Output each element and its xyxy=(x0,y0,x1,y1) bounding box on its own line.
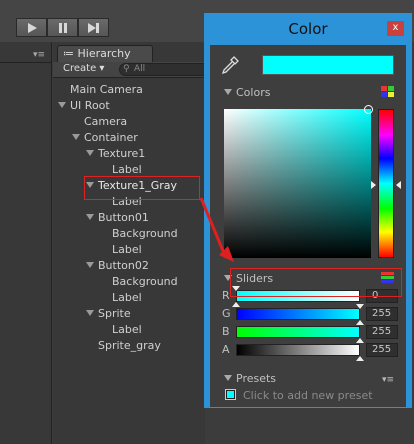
create-dropdown[interactable]: Create ▾ xyxy=(63,63,104,74)
color-window: Color x Colors Sliders R 0 G 255 B 255 A… xyxy=(204,13,412,408)
hue-slider[interactable] xyxy=(378,109,394,258)
tree-item-label: Label xyxy=(112,243,142,256)
tree-item-label: Texture1 xyxy=(98,147,146,160)
channel-label: B xyxy=(222,325,230,338)
tree-item-container[interactable]: Container xyxy=(72,130,138,146)
presets-section-header[interactable]: Presets xyxy=(224,372,276,385)
green-slider-handle-icon[interactable] xyxy=(356,304,364,309)
green-value-field[interactable]: 255 xyxy=(366,307,398,321)
tree-item-camera[interactable]: Camera xyxy=(84,114,127,130)
green-slider-handle-icon[interactable] xyxy=(356,320,364,325)
green-slider[interactable] xyxy=(236,308,360,320)
section-label: Colors xyxy=(236,86,271,99)
slider-row-a: A 255 xyxy=(222,342,402,358)
step-icon xyxy=(88,22,99,33)
tree-item-button02[interactable]: Button02 xyxy=(86,258,149,274)
tree-item-background[interactable]: Background xyxy=(112,274,178,290)
highlight-box-red-slider xyxy=(230,268,402,297)
tree-item-label: Sprite xyxy=(98,307,131,320)
foldout-icon[interactable] xyxy=(72,134,80,140)
foldout-icon xyxy=(224,375,232,381)
blue-value-field[interactable]: 255 xyxy=(366,325,398,339)
left-panel: ▾≡ xyxy=(0,42,52,444)
tab-hierarchy[interactable]: ≔ Hierarchy xyxy=(57,45,153,62)
play-button[interactable] xyxy=(16,18,47,37)
tree-item-label: Label xyxy=(112,291,142,304)
color-mode-icon[interactable] xyxy=(381,86,394,97)
tree-item-label: Main Camera xyxy=(70,83,143,96)
tree-item-label: Label xyxy=(112,323,142,336)
play-icon xyxy=(27,22,37,33)
tree-item-button01[interactable]: Button01 xyxy=(86,210,149,226)
tree-item-sprite[interactable]: Sprite xyxy=(86,306,131,322)
tree-item-label: Background xyxy=(112,275,178,288)
tree-item-label[interactable]: Label xyxy=(112,290,142,306)
highlight-box-texture1-gray xyxy=(84,176,200,200)
hierarchy-toolbar: Create ▾ ⚲ All xyxy=(53,62,209,78)
tree-item-ui-root[interactable]: UI Root xyxy=(58,98,110,114)
tree-item-label: UI Root xyxy=(70,99,110,112)
chevron-down-icon: ▾ xyxy=(99,63,105,74)
saturation-value-picker[interactable] xyxy=(224,105,373,258)
hue-marker-left-icon[interactable] xyxy=(371,181,376,189)
tree-item-label: Background xyxy=(112,227,178,240)
preset-color-checkbox[interactable] xyxy=(225,389,236,400)
slider-row-b: B 255 xyxy=(222,324,402,340)
close-button[interactable]: x xyxy=(387,21,404,36)
tree-item-label: Button01 xyxy=(98,211,149,224)
search-input[interactable]: ⚲ All xyxy=(119,63,209,76)
alpha-slider[interactable] xyxy=(236,344,360,356)
window-title: Color xyxy=(288,20,328,38)
color-window-body: Colors Sliders R 0 G 255 B 255 A 255 Pre… xyxy=(210,45,406,407)
pause-icon xyxy=(58,22,67,33)
divider xyxy=(0,62,52,63)
tree-item-label: Button02 xyxy=(98,259,149,272)
create-label: Create xyxy=(63,63,97,74)
tree-item-sprite-gray[interactable]: Sprite_gray xyxy=(98,338,161,354)
eyedropper-icon[interactable] xyxy=(220,55,240,75)
foldout-icon[interactable] xyxy=(58,102,66,108)
step-button[interactable] xyxy=(78,18,109,37)
pause-button[interactable] xyxy=(47,18,78,37)
search-placeholder: All xyxy=(134,64,146,74)
tree-item-texture1[interactable]: Texture1 xyxy=(86,146,145,162)
blue-slider-handle-icon[interactable] xyxy=(356,338,364,343)
search-icon: ⚲ xyxy=(123,64,130,74)
dropdown-menu-icon[interactable]: ▾≡ xyxy=(33,50,45,60)
channel-label: R xyxy=(222,289,230,302)
tree-item-label: Label xyxy=(112,163,142,176)
foldout-icon[interactable] xyxy=(86,310,94,316)
foldout-icon xyxy=(224,89,232,95)
add-preset-button[interactable]: Click to add new preset xyxy=(243,389,373,402)
tab-hierarchy-label: Hierarchy xyxy=(77,47,131,60)
tree-item-label: Container xyxy=(84,131,138,144)
section-label: Presets xyxy=(236,372,277,385)
alpha-value-field[interactable]: 255 xyxy=(366,343,398,357)
alpha-slider-handle-icon[interactable] xyxy=(356,356,364,361)
red-slider-handle-icon[interactable] xyxy=(232,302,240,307)
tree-item-label: Sprite_gray xyxy=(98,339,161,352)
current-color-swatch[interactable] xyxy=(262,55,394,75)
play-controls xyxy=(16,18,109,37)
foldout-icon[interactable] xyxy=(86,262,94,268)
colors-section-header[interactable]: Colors xyxy=(224,86,270,99)
blue-slider[interactable] xyxy=(236,326,360,338)
list-icon: ≔ xyxy=(63,47,78,60)
hue-marker-right-icon[interactable] xyxy=(396,181,401,189)
presets-menu-icon[interactable]: ▾≡ xyxy=(382,375,394,385)
channel-label: A xyxy=(222,343,230,356)
slider-row-g: G 255 xyxy=(222,306,402,322)
tree-item-main-camera[interactable]: Main Camera xyxy=(70,82,143,98)
channel-label: G xyxy=(222,307,231,320)
foldout-icon[interactable] xyxy=(86,150,94,156)
tree-item-background[interactable]: Background xyxy=(112,226,178,242)
picker-handle[interactable] xyxy=(364,105,373,114)
foldout-icon[interactable] xyxy=(86,214,94,220)
tree-item-label[interactable]: Label xyxy=(112,322,142,338)
tree-item-label[interactable]: Label xyxy=(112,242,142,258)
tree-item-label: Camera xyxy=(84,115,128,128)
